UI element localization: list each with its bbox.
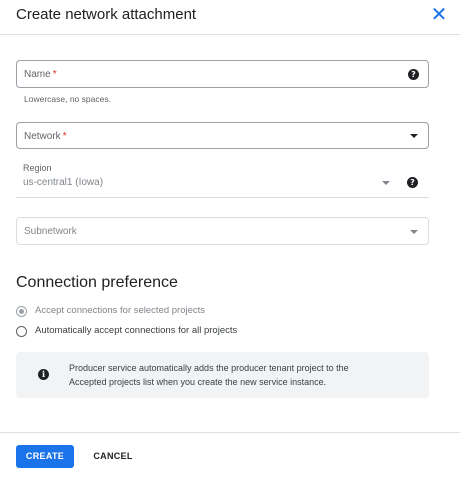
radio-label: Accept connections for selected projects <box>35 305 206 316</box>
subnetwork-field-label: Subnetwork <box>24 226 77 237</box>
info-icon: i <box>38 369 49 380</box>
name-hint: Lowercase, no spaces. <box>24 94 111 104</box>
radio-label: Automatically accept connections for all… <box>35 325 238 336</box>
subnetwork-select[interactable]: Subnetwork <box>16 217 429 245</box>
connection-preference-title: Connection preference <box>16 274 178 291</box>
network-field-label: Network * <box>24 131 67 142</box>
radio-dot <box>19 309 24 314</box>
help-icon[interactable]: ? <box>408 69 419 80</box>
radio-button[interactable] <box>16 326 27 337</box>
network-label-text: Network <box>24 131 61 142</box>
dialog-header: Create network attachment ✕ <box>0 0 460 35</box>
chevron-down-icon <box>382 181 390 185</box>
network-select[interactable]: Network * <box>16 122 429 149</box>
info-banner: i Producer service automatically adds th… <box>16 352 429 398</box>
required-asterisk: * <box>62 131 67 142</box>
region-field-label: Region <box>23 163 52 173</box>
help-icon[interactable]: ? <box>407 177 418 188</box>
chevron-down-icon <box>410 134 418 138</box>
dialog-footer: CREATE CANCEL <box>0 432 460 481</box>
close-icon[interactable]: ✕ <box>430 5 448 25</box>
region-value: us-central1 (Iowa) <box>23 177 104 188</box>
radio-button[interactable] <box>16 306 27 317</box>
name-label-text: Name <box>24 69 51 80</box>
name-field-label: Name * <box>24 69 57 80</box>
dialog-title: Create network attachment <box>16 6 197 23</box>
name-field[interactable]: Name * ? <box>16 60 429 88</box>
cancel-button[interactable]: CANCEL <box>84 445 142 468</box>
region-select[interactable]: Region us-central1 (Iowa) ? <box>16 163 429 198</box>
create-button[interactable]: CREATE <box>16 445 74 468</box>
required-asterisk: * <box>52 69 57 80</box>
info-line-2: Accepted projects list when you create t… <box>69 377 327 387</box>
info-line-1: Producer service automatically adds the … <box>69 363 349 373</box>
chevron-down-icon <box>410 230 418 234</box>
info-text: Producer service automatically adds the … <box>69 361 419 389</box>
